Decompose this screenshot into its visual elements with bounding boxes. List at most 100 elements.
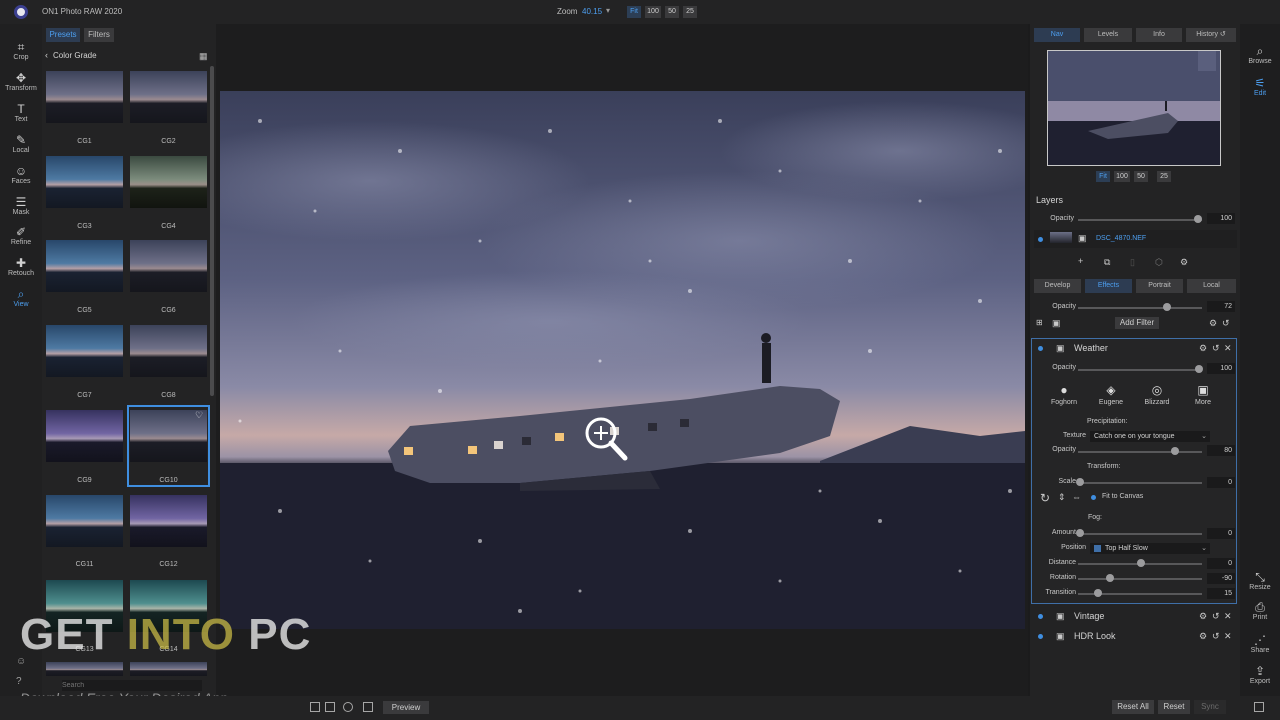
transition-knob[interactable] <box>1094 589 1102 597</box>
zoom-50-button[interactable]: 50 <box>665 6 679 18</box>
layers-opacity-value[interactable]: 100 <box>1207 213 1235 224</box>
module-export[interactable]: ⇪ Export <box>1240 664 1280 685</box>
nav-50-button[interactable]: 50 <box>1134 171 1148 182</box>
tab-info[interactable]: Info <box>1136 28 1182 42</box>
main-photo[interactable] <box>220 91 1025 629</box>
duplicate-layer-icon[interactable]: ⧉ <box>1104 257 1110 268</box>
layer-visibility-dot[interactable] <box>1038 237 1043 242</box>
effects-mask-icon[interactable]: ▣ <box>1052 318 1061 329</box>
preset-thumb-cg5[interactable] <box>46 240 123 292</box>
flip-horizontal-icon[interactable]: ⇔ <box>1072 492 1081 502</box>
hdr-close-icon[interactable]: ✕ <box>1224 631 1232 642</box>
preset-thumb-cg4[interactable] <box>130 156 207 208</box>
preview-button[interactable]: Preview <box>383 701 429 714</box>
position-dropdown[interactable]: Top Half Slow ⌄ <box>1090 543 1210 554</box>
filter-vintage-title[interactable]: Vintage <box>1074 611 1104 621</box>
add-filter-button[interactable]: Add Filter <box>1115 317 1159 329</box>
tool-refine[interactable]: ✐ Refine <box>0 225 42 255</box>
zoom-100-button[interactable]: 100 <box>645 6 661 18</box>
preset-thumb-partial[interactable] <box>46 662 123 676</box>
favorite-heart-icon[interactable]: ♡ <box>195 410 203 421</box>
reset-button[interactable]: Reset <box>1158 700 1190 714</box>
layer-name[interactable]: DSC_4870.NEF <box>1096 235 1146 242</box>
scale-value[interactable]: 0 <box>1207 477 1235 488</box>
style-more[interactable]: ▣ More <box>1185 383 1221 406</box>
rotate-icon[interactable]: ↻ <box>1040 491 1050 505</box>
tab-portrait[interactable]: Portrait <box>1136 279 1183 293</box>
hdr-mask-icon[interactable]: ▣ <box>1056 631 1065 642</box>
rotation-knob[interactable] <box>1106 574 1114 582</box>
vintage-close-icon[interactable]: ✕ <box>1224 611 1232 622</box>
tab-history[interactable]: History ↺ <box>1186 28 1236 42</box>
style-foghorn[interactable]: ● Foghorn <box>1046 383 1082 406</box>
tab-local[interactable]: Local <box>1187 279 1236 293</box>
amount-knob[interactable] <box>1076 529 1084 537</box>
amount-slider[interactable] <box>1078 533 1202 535</box>
flip-vertical-icon[interactable]: ⇕ <box>1058 492 1066 503</box>
preset-thumb-cg3[interactable] <box>46 156 123 208</box>
tool-text[interactable]: T Text <box>0 102 42 132</box>
layers-opacity-knob[interactable] <box>1194 215 1202 223</box>
amount-value[interactable]: 0 <box>1207 528 1235 539</box>
effects-settings-icon[interactable]: ⚙ <box>1209 318 1217 329</box>
weather-reset-icon[interactable]: ↺ <box>1212 343 1220 354</box>
style-eugene[interactable]: ◈ Eugene <box>1093 383 1129 406</box>
preset-thumb-cg6[interactable] <box>130 240 207 292</box>
sync-button[interactable]: Sync <box>1194 700 1226 714</box>
scale-knob[interactable] <box>1076 478 1084 486</box>
zoom-value[interactable]: 40.15 <box>582 7 602 16</box>
rotation-value[interactable]: -90 <box>1207 573 1235 584</box>
preset-thumb-cg2[interactable] <box>130 71 207 123</box>
preset-thumb-cg11[interactable] <box>46 495 123 547</box>
tab-effects[interactable]: Effects <box>1085 279 1132 293</box>
tool-retouch[interactable]: ✚ Retouch <box>0 256 42 286</box>
weather-opacity-slider[interactable] <box>1078 369 1202 371</box>
module-edit[interactable]: ⚟ Edit <box>1240 76 1280 97</box>
tab-levels[interactable]: Levels <box>1084 28 1132 42</box>
preset-thumb-cg9[interactable] <box>46 410 123 462</box>
preset-thumb-partial[interactable] <box>130 662 207 676</box>
delete-layer-icon[interactable]: ▯ <box>1130 257 1135 268</box>
panel-toggle-icon[interactable] <box>1254 702 1264 712</box>
effects-opacity-slider[interactable] <box>1078 307 1202 309</box>
soft-proof-icon[interactable] <box>363 702 373 712</box>
tab-presets[interactable]: Presets <box>46 28 80 42</box>
tab-nav[interactable]: Nav <box>1034 28 1080 42</box>
weather-mask-icon[interactable]: ▣ <box>1056 343 1065 354</box>
reset-all-button[interactable]: Reset All <box>1112 700 1154 714</box>
effects-opacity-knob[interactable] <box>1163 303 1171 311</box>
scale-slider[interactable] <box>1078 482 1202 484</box>
navigator-preview[interactable] <box>1047 50 1221 166</box>
nav-100-button[interactable]: 100 <box>1114 171 1130 182</box>
effects-reset-icon[interactable]: ↺ <box>1222 318 1230 329</box>
preset-thumb-cg1[interactable] <box>46 71 123 123</box>
distance-value[interactable]: 0 <box>1207 558 1235 569</box>
help-icon[interactable]: ? <box>16 676 22 687</box>
fit-canvas-radio[interactable] <box>1091 495 1096 500</box>
merge-layer-icon[interactable]: ⬡ <box>1155 257 1163 268</box>
filter-hdr-look-title[interactable]: HDR Look <box>1074 631 1116 641</box>
nav-fit-button[interactable]: Fit <box>1096 171 1110 182</box>
zoom-fit-button[interactable]: Fit <box>627 6 641 18</box>
view-single-icon[interactable] <box>310 702 320 712</box>
preset-thumb-cg12[interactable] <box>130 495 207 547</box>
weather-settings-icon[interactable]: ⚙ <box>1199 343 1207 354</box>
back-chevron-icon[interactable]: ‹ <box>45 50 48 60</box>
precip-opacity-value[interactable]: 80 <box>1207 445 1235 456</box>
module-browse[interactable]: ⌕ Browse <box>1240 44 1280 65</box>
texture-dropdown[interactable]: Catch one on your tongue ⌄ <box>1090 431 1210 442</box>
precip-opacity-knob[interactable] <box>1171 447 1179 455</box>
zoom-25-button[interactable]: 25 <box>683 6 697 18</box>
tool-faces[interactable]: ☺ Faces <box>0 164 42 194</box>
tool-mask[interactable]: ☰ Mask <box>0 195 42 225</box>
preset-thumb-cg8[interactable] <box>130 325 207 377</box>
vintage-settings-icon[interactable]: ⚙ <box>1199 611 1207 622</box>
module-print[interactable]: ⎙ Print <box>1240 600 1280 621</box>
vintage-visibility-dot[interactable] <box>1038 614 1043 619</box>
stack-icon[interactable]: ⊞ <box>1036 318 1043 327</box>
add-layer-icon[interactable]: + <box>1078 256 1083 266</box>
weather-opacity-value[interactable]: 100 <box>1207 363 1235 374</box>
layers-opacity-slider[interactable] <box>1078 219 1202 221</box>
distance-knob[interactable] <box>1137 559 1145 567</box>
weather-visibility-dot[interactable] <box>1038 346 1043 351</box>
